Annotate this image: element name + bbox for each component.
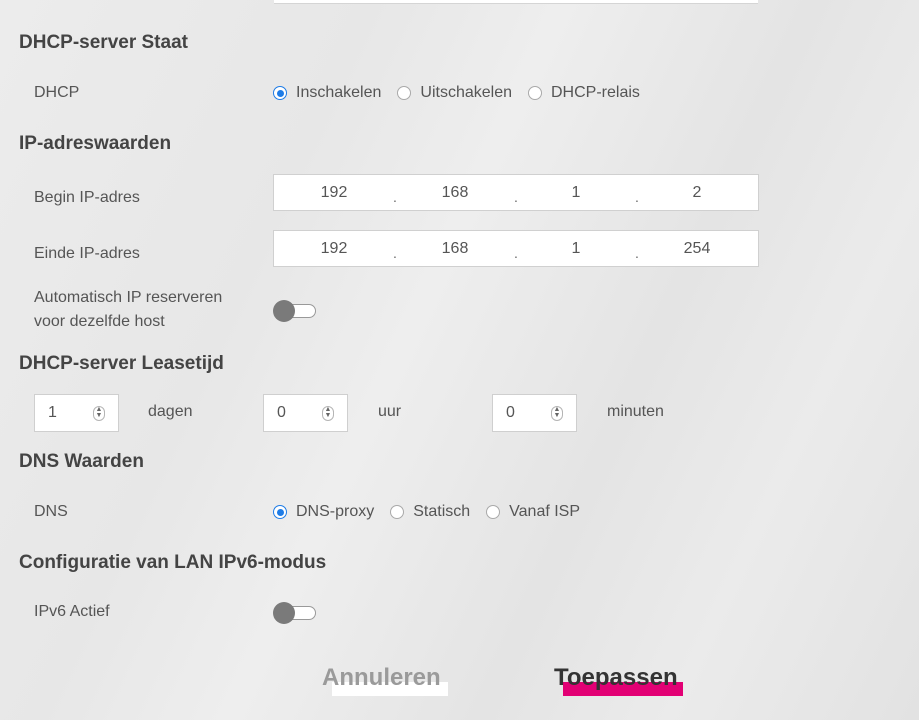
cancel-button[interactable]: Annuleren	[322, 664, 448, 696]
section-title-dhcp-state: DHCP-server Staat	[19, 32, 188, 53]
dhcp-radio-group: Inschakelen Uitschakelen DHCP-relais	[273, 84, 656, 102]
ip-octet-3[interactable]: 1	[516, 240, 636, 258]
section-title-ip-values: IP-adreswaarden	[19, 133, 172, 154]
end-ip-label: Einde IP-adres	[34, 245, 140, 262]
ip-octet-4[interactable]: 2	[637, 184, 757, 202]
ip-octet-2[interactable]: 168	[395, 240, 515, 258]
radio-label: Inschakelen	[296, 84, 382, 101]
radio-dns-isp[interactable]: Vanaf ISP	[486, 503, 580, 521]
ip-octet-1[interactable]: 192	[274, 184, 394, 202]
top-input-edge	[274, 0, 758, 4]
lease-hours-value: 0	[277, 404, 286, 421]
radio-empty-icon	[397, 86, 412, 100]
radio-empty-icon	[486, 505, 501, 519]
stepper-arrows-icon[interactable]: ▲ ▼	[322, 406, 334, 421]
ip-octet-4[interactable]: 254	[637, 240, 757, 258]
radio-selected-icon	[273, 86, 287, 100]
apply-button-label: Toepassen	[554, 664, 678, 691]
ipv6-toggle[interactable]	[273, 602, 317, 624]
lease-days-unit: dagen	[148, 403, 193, 420]
lease-hours-stepper[interactable]: 0 ▲ ▼	[263, 394, 348, 432]
radio-dhcp-relay[interactable]: DHCP-relais	[528, 84, 640, 102]
lease-minutes-stepper[interactable]: 0 ▲ ▼	[492, 394, 577, 432]
dns-label: DNS	[34, 503, 68, 520]
radio-dhcp-enable[interactable]: Inschakelen	[273, 84, 381, 102]
end-ip-field[interactable]: 192 . 168 . 1 . 254	[273, 230, 759, 267]
lease-minutes-unit: minuten	[607, 403, 664, 420]
ip-octet-3[interactable]: 1	[516, 184, 636, 202]
toggle-knob	[273, 300, 295, 322]
auto-reserve-label: Automatisch IP reserveren voor dezelfde …	[34, 286, 222, 334]
cancel-button-label: Annuleren	[322, 664, 441, 691]
radio-label: Vanaf ISP	[509, 503, 581, 520]
radio-empty-icon	[528, 86, 542, 100]
radio-selected-icon	[273, 505, 287, 519]
stepper-arrows-icon[interactable]: ▲ ▼	[551, 406, 563, 421]
radio-label: Statisch	[413, 503, 471, 520]
dhcp-label: DHCP	[34, 84, 80, 101]
lease-hours-unit: uur	[378, 403, 402, 420]
radio-dns-static[interactable]: Statisch	[390, 503, 470, 521]
radio-dns-proxy[interactable]: DNS-proxy	[273, 503, 374, 521]
toggle-knob	[273, 602, 295, 624]
ip-octet-2[interactable]: 168	[395, 184, 515, 202]
ip-octet-1[interactable]: 192	[274, 240, 394, 258]
radio-dhcp-disable[interactable]: Uitschakelen	[397, 84, 512, 102]
stepper-arrows-icon[interactable]: ▲ ▼	[93, 406, 105, 421]
auto-reserve-label-line1: Automatisch IP reserveren	[34, 289, 223, 306]
apply-button[interactable]: Toepassen	[554, 664, 683, 696]
lease-days-value: 1	[48, 404, 57, 421]
radio-label: DHCP-relais	[551, 84, 640, 101]
lease-minutes-value: 0	[506, 404, 515, 421]
radio-label: DNS-proxy	[296, 503, 375, 520]
start-ip-field[interactable]: 192 . 168 . 1 . 2	[273, 174, 759, 211]
auto-reserve-toggle[interactable]	[273, 300, 317, 322]
radio-label: Uitschakelen	[420, 84, 512, 101]
ipv6-active-label: IPv6 Actief	[34, 603, 110, 620]
dns-radio-group: DNS-proxy Statisch Vanaf ISP	[273, 503, 596, 521]
section-title-dns: DNS Waarden	[19, 451, 144, 472]
section-title-ipv6: Configuratie van LAN IPv6-modus	[19, 552, 327, 573]
lease-days-stepper[interactable]: 1 ▲ ▼	[34, 394, 119, 432]
section-title-lease-time: DHCP-server Leasetijd	[19, 353, 224, 374]
start-ip-label: Begin IP-adres	[34, 189, 140, 206]
auto-reserve-label-line2: voor dezelfde host	[34, 313, 165, 330]
radio-empty-icon	[390, 505, 405, 519]
